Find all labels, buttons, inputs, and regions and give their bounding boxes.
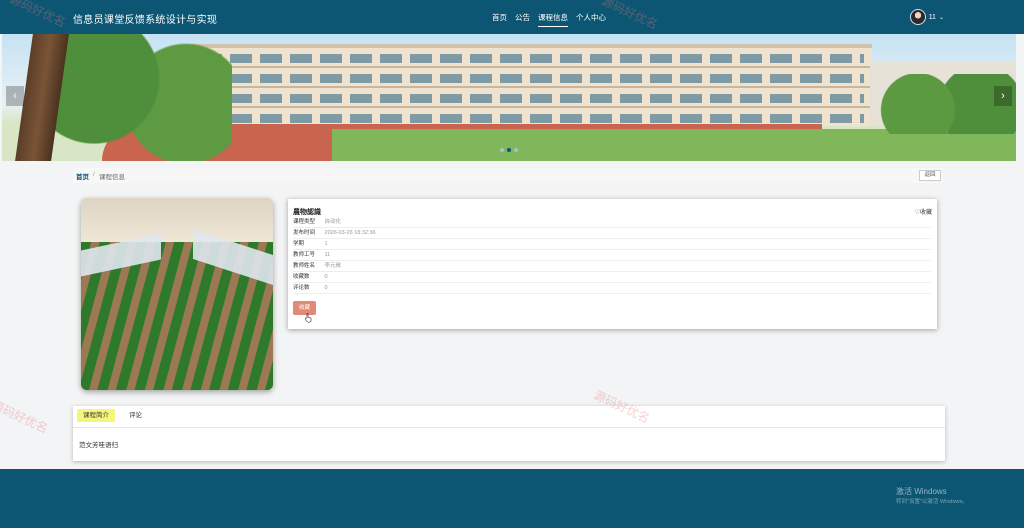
info-label: 发布时间 (293, 230, 316, 236)
tab-content-text: 范文芳哇语归 (79, 442, 118, 449)
course-title: 農物認識 (293, 209, 321, 216)
watermark: 源码好优名 (0, 397, 50, 436)
user-name[interactable]: 11 (929, 14, 936, 21)
building-rail (192, 66, 872, 68)
building-rail (192, 106, 872, 108)
info-value: 自动化 (324, 219, 342, 225)
info-label: 收藏数 (293, 274, 310, 280)
info-row-publish-time: 发布时间 2026-03-26 18:32:36 (293, 228, 931, 239)
info-value: 李元敞 (324, 263, 342, 269)
nav-item-course-info[interactable]: 课程信息 (538, 12, 568, 27)
info-label: 学期 (293, 241, 305, 247)
course-tabs-panel: 课程简介 评论 范文芳哇语归 (73, 406, 945, 461)
chevron-left-icon[interactable]: ‹ (6, 86, 24, 106)
breadcrumb-separator: / (93, 171, 95, 178)
breadcrumb-current: 课程信息 (99, 174, 125, 181)
info-value: 1 (324, 241, 328, 247)
carousel-dot[interactable] (500, 148, 504, 152)
info-value: 0 (324, 274, 328, 280)
carousel-indicators (500, 148, 518, 152)
course-cover-image (81, 198, 273, 390)
chevron-right-icon[interactable]: › (994, 86, 1012, 106)
footer (0, 469, 1024, 528)
building-window-row (200, 74, 864, 83)
main-nav: 首页 公告 课程信息 个人中心 (492, 12, 614, 27)
info-row-comments: 评论数 0 (293, 283, 931, 294)
carousel-dot-active[interactable] (507, 148, 511, 152)
info-row-teacher-id: 教师工号 11 (293, 250, 931, 261)
info-label: 课程类型 (293, 219, 316, 225)
tab-divider (73, 427, 945, 428)
site-title[interactable]: 信息员课堂反馈系统设计与实现 (73, 11, 217, 26)
info-label: 教师工号 (293, 252, 316, 258)
info-label: 评论数 (293, 285, 310, 291)
user-menu[interactable]: 11 ⌄ (909, 9, 944, 25)
favorite-link[interactable]: ♡收藏 (915, 207, 932, 216)
carousel-dot[interactable] (514, 148, 518, 152)
chevron-down-icon[interactable]: ⌄ (939, 14, 944, 21)
cover-sky (81, 198, 273, 242)
banner-school-building (192, 44, 872, 126)
building-rail (192, 86, 872, 88)
avatar[interactable] (909, 9, 926, 25)
breadcrumb: 首页 / 课程信息 返回 (73, 168, 943, 183)
building-window-row (200, 114, 864, 123)
info-value: 2026-03-26 18:32:36 (324, 230, 376, 236)
building-window-row (200, 94, 864, 103)
nav-item-home[interactable]: 首页 (492, 12, 507, 27)
back-button[interactable]: 返回 (919, 170, 941, 181)
windows-activation-title: 激活 Windows (896, 487, 947, 496)
windows-activation-hint: 转到"设置"以激活 Windows。 (896, 499, 968, 505)
building-window-row (200, 54, 864, 63)
nav-item-personal-center[interactable]: 个人中心 (576, 12, 606, 27)
info-value: 0 (324, 285, 328, 291)
info-row-favorites: 收藏数 0 (293, 272, 931, 283)
breadcrumb-home[interactable]: 首页 (76, 171, 89, 181)
course-info-card: 農物認識 ♡收藏 课程类型 自动化 发布时间 2026-03-26 18:32:… (288, 199, 937, 329)
banner-carousel: ‹ › (2, 34, 1016, 161)
tab-comments[interactable]: 评论 (123, 409, 148, 422)
info-value: 11 (324, 252, 331, 258)
hand-cursor-icon (305, 313, 312, 323)
info-row-course-type: 课程类型 自动化 (293, 217, 931, 228)
top-navbar: 信息员课堂反馈系统设计与实现 首页 公告 课程信息 个人中心 11 ⌄ (0, 0, 1024, 34)
info-row-semester: 学期 1 (293, 239, 931, 250)
info-row-teacher-name: 教师姓名 李元敞 (293, 261, 931, 272)
tab-course-intro[interactable]: 课程简介 (77, 409, 115, 422)
info-label: 教师姓名 (293, 263, 316, 269)
nav-item-announcements[interactable]: 公告 (515, 12, 530, 27)
